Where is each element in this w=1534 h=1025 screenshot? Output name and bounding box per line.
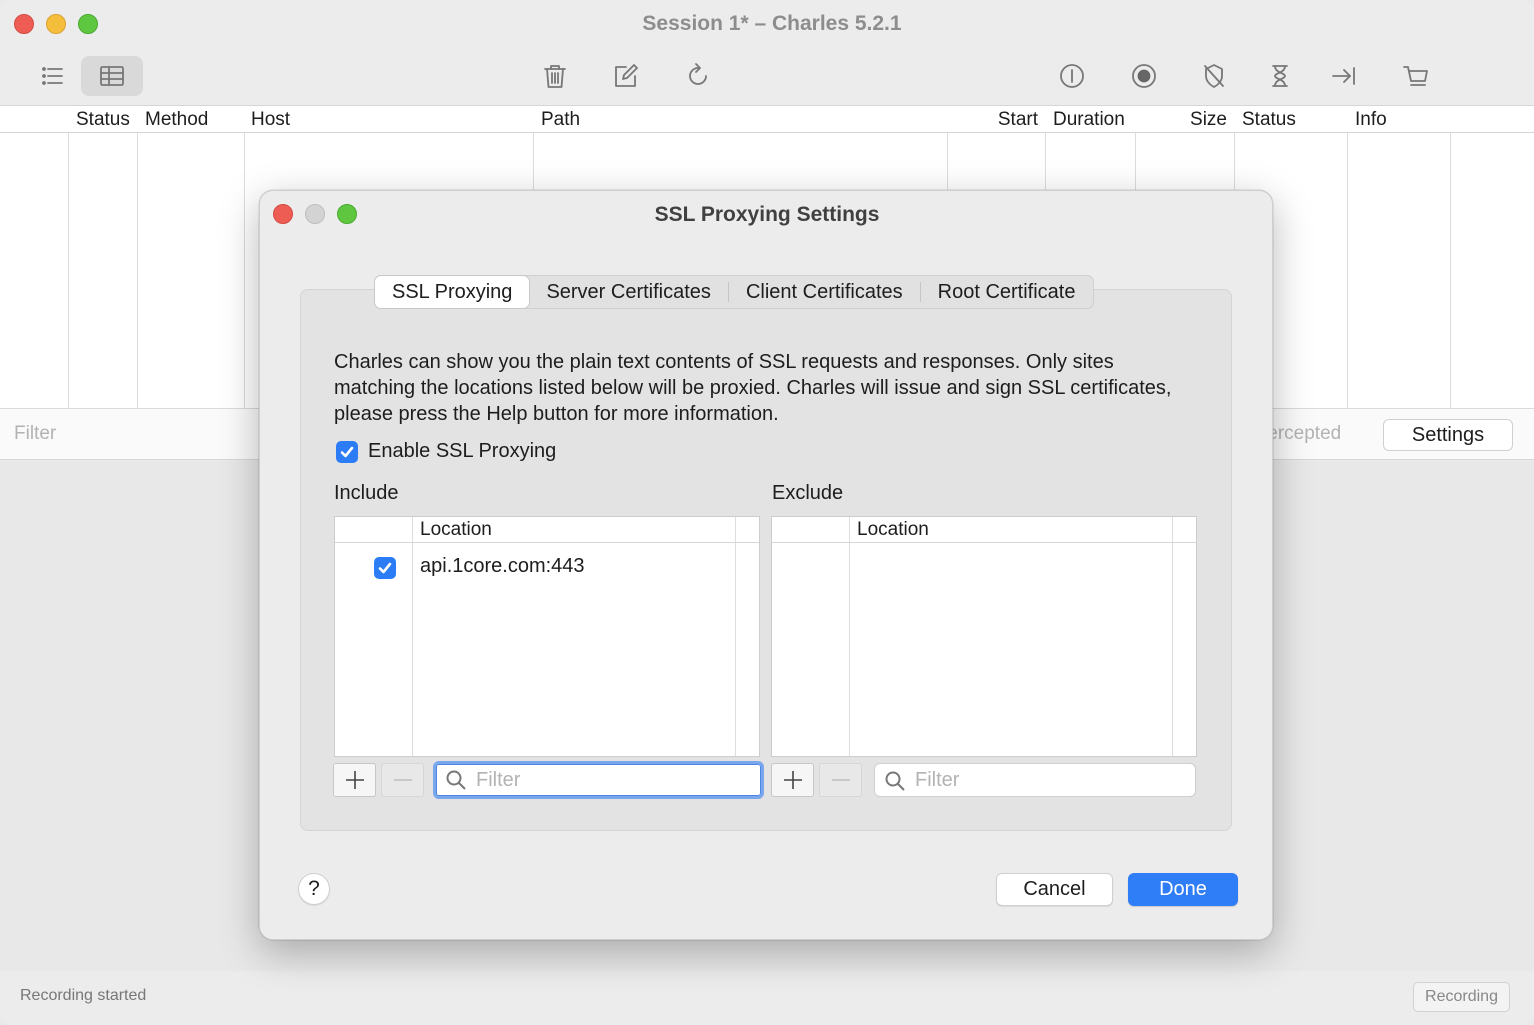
column-header-status[interactable]: Status: [69, 106, 137, 133]
column-divider: [849, 517, 850, 756]
column-header-method[interactable]: Method: [138, 106, 215, 133]
column-divider: [1347, 106, 1348, 408]
column-divider: [137, 106, 138, 408]
column-header-start[interactable]: Start: [947, 106, 1045, 133]
search-icon: [446, 770, 466, 790]
dialog-title: SSL Proxying Settings: [654, 203, 880, 226]
column-header-response-status[interactable]: Status: [1235, 106, 1303, 133]
exclude-filter-field[interactable]: [874, 763, 1196, 797]
charles-main-window: Session 1* – Charles 5.2.1 Status Method…: [0, 0, 1534, 1025]
breakpoint-icon: [1204, 64, 1224, 88]
settings-button[interactable]: Settings: [1383, 419, 1513, 451]
checkmark-icon: [340, 446, 354, 457]
include-remove-button[interactable]: [381, 763, 424, 797]
include-label: Include: [334, 482, 399, 504]
minus-icon: [831, 779, 850, 781]
include-add-button[interactable]: [333, 763, 376, 797]
plus-icon: [345, 771, 364, 789]
record-button[interactable]: [1124, 56, 1164, 96]
status-text: Recording started: [20, 987, 147, 1004]
title-bar: Session 1* – Charles 5.2.1: [0, 0, 1534, 106]
list-view-icon: [42, 67, 63, 85]
column-header-host[interactable]: Host: [244, 106, 297, 133]
compose-button[interactable]: [606, 56, 646, 96]
column-divider: [1172, 517, 1173, 756]
recording-button[interactable]: Recording: [1413, 982, 1510, 1012]
trash-icon: [544, 65, 566, 88]
shopping-cart-button[interactable]: [1396, 56, 1436, 96]
checkmark-icon: [378, 562, 392, 574]
help-button[interactable]: ?: [298, 873, 330, 905]
include-row-enabled-checkbox[interactable]: [374, 557, 396, 579]
table-row[interactable]: api.1core.com:443: [335, 553, 759, 583]
include-location-column-header[interactable]: Location: [420, 519, 492, 541]
cancel-button[interactable]: Cancel: [996, 873, 1113, 906]
minus-icon: [393, 779, 412, 781]
include-filter-field[interactable]: [433, 761, 764, 799]
intercepted-label: tercepted: [1262, 423, 1342, 444]
exclude-remove-button[interactable]: [819, 763, 862, 797]
dialog-tabs: SSL Proxying Server Certificates Client …: [374, 275, 1094, 309]
column-header-info[interactable]: Info: [1348, 106, 1394, 133]
tab-client-certificates[interactable]: Client Certificates: [729, 276, 920, 308]
timer-button[interactable]: [1260, 56, 1300, 96]
structure-view-button[interactable]: [32, 56, 72, 96]
column-divider: [1450, 106, 1451, 408]
exclude-add-button[interactable]: [771, 763, 814, 797]
enable-ssl-proxying-checkbox[interactable]: [336, 440, 358, 463]
ssl-proxying-settings-dialog: SSL Proxying Settings SSL Proxying Serve…: [259, 190, 1273, 940]
exclude-location-column-header[interactable]: Location: [857, 519, 929, 541]
column-header-path[interactable]: Path: [534, 106, 587, 133]
enable-ssl-proxying-row[interactable]: Enable SSL Proxying: [336, 440, 556, 463]
focus-button[interactable]: [1324, 56, 1364, 96]
include-add-remove: [333, 763, 424, 797]
throttle-icon: [1060, 64, 1084, 88]
cart-icon: [1403, 66, 1428, 86]
include-row-location: api.1core.com:443: [420, 555, 585, 577]
sequence-view-button[interactable]: [81, 56, 143, 96]
exclude-filter-input[interactable]: [915, 764, 1175, 796]
table-view-icon: [100, 66, 124, 86]
status-bar: Recording started Recording: [0, 972, 1534, 1025]
breakpoints-button[interactable]: [1194, 56, 1234, 96]
include-locations-table[interactable]: Location api.1core.com:443: [334, 516, 760, 757]
repeat-button[interactable]: [678, 56, 718, 96]
column-header-duration[interactable]: Duration: [1046, 106, 1132, 133]
throttling-button[interactable]: [1052, 56, 1092, 96]
plus-icon: [783, 771, 802, 789]
clear-session-button[interactable]: [535, 56, 575, 96]
ssl-description: Charles can show you the plain text cont…: [334, 351, 1172, 425]
tab-server-certificates[interactable]: Server Certificates: [529, 276, 728, 308]
tab-arrow-icon: [1332, 67, 1355, 85]
include-filter-input[interactable]: [476, 764, 736, 796]
refresh-icon: [689, 63, 707, 85]
table-header: Status Method Host Path Start Duration S…: [0, 106, 1534, 133]
window-title: Session 1* – Charles 5.2.1: [642, 12, 902, 35]
column-divider: [68, 106, 69, 408]
exclude-label: Exclude: [772, 482, 844, 504]
tab-ssl-proxying[interactable]: SSL Proxying: [375, 276, 530, 308]
include-table-header: Location: [335, 517, 759, 543]
edit-icon: [615, 64, 638, 87]
column-header-size[interactable]: Size: [1135, 106, 1234, 133]
exclude-locations-table[interactable]: Location: [771, 516, 1197, 757]
column-divider: [244, 106, 245, 408]
search-icon: [885, 771, 905, 791]
tab-root-certificate[interactable]: Root Certificate: [921, 276, 1093, 308]
done-button[interactable]: Done: [1128, 873, 1238, 906]
exclude-add-remove: [771, 763, 862, 797]
enable-ssl-proxying-label: Enable SSL Proxying: [368, 440, 557, 462]
hourglass-icon: [1272, 65, 1288, 87]
exclude-table-header: Location: [772, 517, 1196, 543]
record-icon: [1132, 64, 1156, 88]
main-filter-input[interactable]: Filter: [14, 423, 56, 445]
